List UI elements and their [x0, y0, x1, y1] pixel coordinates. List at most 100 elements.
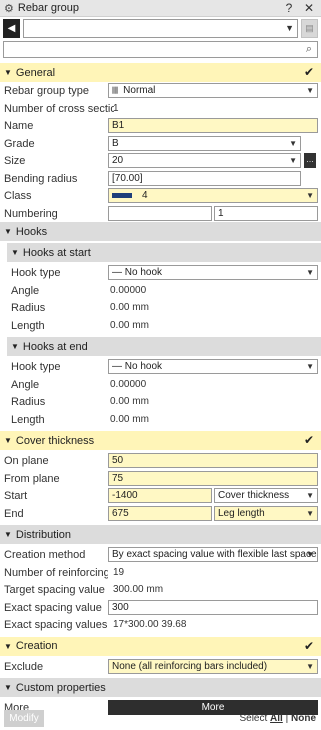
start-hook-type-select[interactable]: — No hook ▼ [108, 265, 318, 280]
chevron-down-icon: ▼ [285, 23, 294, 33]
preset-combo[interactable]: ▼ [23, 19, 298, 38]
row-creation-method: Creation method By exact spacing value w… [0, 546, 321, 564]
modify-button[interactable]: Modify [4, 710, 44, 727]
section-custom-properties[interactable]: ▼ Custom properties [0, 678, 321, 697]
chevron-down-icon: ▼ [289, 156, 297, 165]
properties-panel: ▼ General ✔ Rebar group type ⫼⫼ Normal ▼… [0, 63, 321, 717]
class-select[interactable]: 4 ▼ [108, 188, 318, 203]
select-value: B [112, 137, 119, 149]
chevron-down-icon: ▼ [306, 268, 314, 277]
size-browse-button[interactable]: … [304, 153, 316, 168]
row-bending-radius: Bending radius [70.00] [0, 170, 321, 188]
property-label: Hook type [11, 267, 61, 279]
exact-spacing-field[interactable]: 300 [108, 599, 318, 615]
end-field[interactable]: 675 [108, 505, 212, 521]
collapse-icon: ▼ [11, 342, 19, 351]
creation-method-select[interactable]: By exact spacing value with flexible las… [108, 547, 318, 562]
from-plane-field[interactable]: 75 [108, 470, 318, 486]
select-value: — No hook [112, 267, 163, 278]
property-value: 300.00 mm [113, 584, 164, 595]
end-mode-select[interactable]: Leg length ▼ [214, 505, 318, 521]
search-icon: ⌕ [305, 43, 312, 55]
toolbar: ◀ ▼ ▤ [3, 19, 318, 38]
property-label: On plane [4, 455, 49, 467]
row-cross-sections: Number of cross sections: 1 [0, 100, 321, 118]
start-field[interactable]: -1400 [108, 488, 212, 503]
help-icon[interactable]: ? [281, 1, 297, 15]
row-end-radius: Radius 0.00 mm [0, 393, 321, 411]
checkmark-icon[interactable]: ✔ [304, 639, 314, 653]
row-end: End 675 Leg length ▼ [0, 505, 321, 523]
grade-select[interactable]: B ▼ [108, 135, 301, 151]
property-label: Start [4, 490, 28, 502]
checkmark-icon[interactable]: ✔ [304, 433, 314, 447]
row-class: Class 4 ▼ [0, 187, 321, 205]
select-value: None (all reinforcing bars included) [112, 660, 268, 672]
chevron-down-icon: ▼ [306, 86, 314, 95]
end-hook-type-select[interactable]: — No hook ▼ [108, 359, 318, 374]
section-hooks-end[interactable]: ▼ Hooks at end [7, 337, 321, 356]
section-hooks-start[interactable]: ▼ Hooks at start [7, 243, 321, 262]
start-mode-select[interactable]: Cover thickness ▼ [214, 488, 318, 503]
section-cover-thickness[interactable]: ▼ Cover thickness ✔ [0, 431, 321, 450]
bending-radius-field[interactable]: [70.00] [108, 170, 301, 186]
row-start-hook-type: Hook type — No hook ▼ [0, 264, 321, 282]
property-label: Size [4, 155, 26, 167]
numbering-start-field[interactable]: 1 [214, 205, 318, 221]
exclude-select[interactable]: None (all reinforcing bars included) ▼ [108, 658, 318, 674]
property-label: Exact spacing values [4, 619, 108, 631]
row-name: Name B1 [0, 117, 321, 135]
section-distribution[interactable]: ▼ Distribution [0, 525, 321, 544]
window-title: Rebar group [17, 2, 80, 14]
row-size: Size 20 ▼ … [0, 152, 321, 170]
property-label: Angle [11, 378, 40, 391]
chevron-down-icon: ▼ [306, 191, 314, 200]
checkmark-icon[interactable]: ✔ [304, 65, 314, 79]
section-label: Hooks [15, 225, 48, 238]
select-value: Cover thickness [218, 490, 290, 501]
search-input[interactable]: ⌕ [3, 41, 318, 58]
property-label: Length [11, 319, 45, 332]
save-button[interactable]: ▤ [301, 19, 318, 38]
property-label: Exclude [4, 660, 44, 673]
property-label: Creation method [4, 549, 86, 561]
row-num-bars: Number of reinforcing b... 19 [0, 564, 321, 582]
row-start-length: Length 0.00 mm [0, 317, 321, 335]
back-button[interactable]: ◀ [3, 19, 20, 38]
property-value: 0.00 mm [110, 396, 149, 407]
section-hooks[interactable]: ▼ Hooks [0, 222, 321, 241]
row-from-plane: From plane 75 [0, 470, 321, 488]
property-label: Class [4, 190, 32, 202]
name-field[interactable]: B1 [108, 118, 318, 133]
gear-icon[interactable]: ⚙ [4, 2, 14, 15]
numbering-prefix-field[interactable] [108, 205, 212, 221]
row-start-angle: Angle 0.00000 [0, 282, 321, 300]
section-label: Creation [15, 640, 58, 652]
property-label: Angle [11, 284, 40, 297]
save-icon: ▤ [305, 23, 314, 33]
section-creation[interactable]: ▼ Creation ✔ [0, 636, 321, 656]
chevron-down-icon: ▼ [306, 508, 314, 518]
row-end-hook-type: Hook type — No hook ▼ [0, 358, 321, 376]
property-value: 0.00 mm [110, 413, 149, 425]
property-value: 1 [113, 102, 119, 114]
select-all-link[interactable]: All [270, 713, 283, 724]
property-label: Rebar group type [4, 85, 89, 97]
property-value: 19 [113, 566, 125, 578]
property-label: Bending radius [4, 172, 78, 185]
section-label: Cover thickness [15, 434, 95, 447]
chevron-down-icon: ▼ [306, 661, 314, 671]
close-icon[interactable]: ✕ [301, 1, 317, 15]
section-general[interactable]: ▼ General ✔ [0, 63, 321, 82]
size-select[interactable]: 20 ▼ [108, 153, 301, 168]
rebar-group-type-select[interactable]: ⫼⫼ Normal ▼ [108, 83, 318, 98]
row-target-spacing: Target spacing value 300.00 mm [0, 581, 321, 599]
on-plane-field[interactable]: 50 [108, 453, 318, 468]
row-on-plane: On plane 50 [0, 452, 321, 470]
chevron-down-icon: ▼ [306, 491, 314, 500]
row-start-radius: Radius 0.00 mm [0, 299, 321, 317]
footer: Modify Select All | None [0, 708, 321, 728]
select-none-link[interactable]: None [291, 713, 316, 724]
row-end-angle: Angle 0.00000 [0, 376, 321, 394]
property-value: 17*300.00 39.68 [113, 619, 187, 630]
